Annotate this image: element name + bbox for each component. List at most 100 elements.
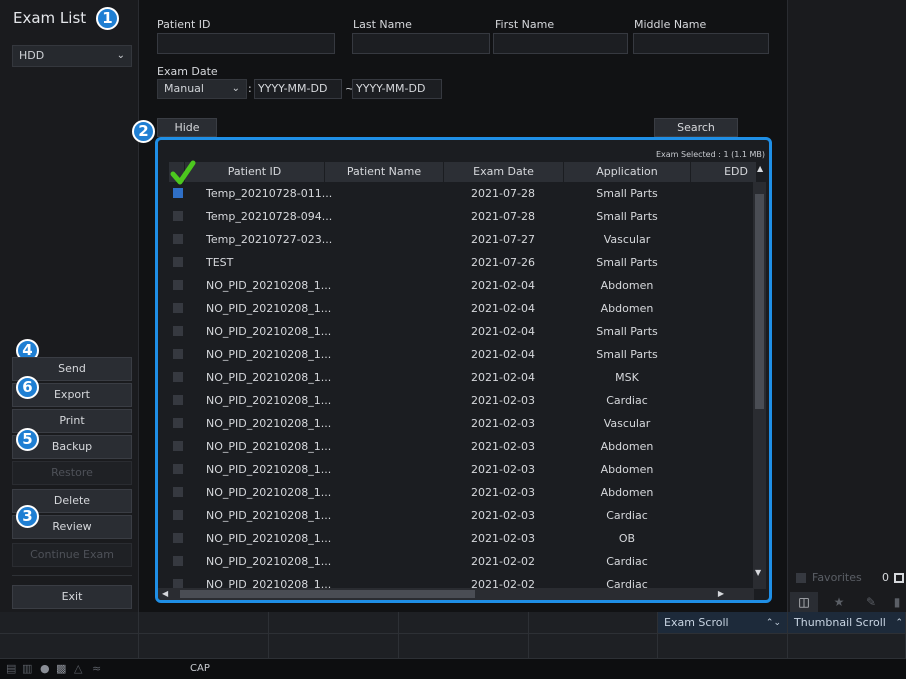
exit-button[interactable]: Exit xyxy=(12,585,132,609)
cell-patient-id: TEST xyxy=(206,256,234,269)
table-row[interactable]: Temp_20210727-023... 2021-07-27 Vascular xyxy=(158,228,754,251)
date-mode-select[interactable]: Manual ⌄ xyxy=(157,79,247,99)
patient-id-input[interactable] xyxy=(157,33,335,54)
cell-exam-date: 2021-02-04 xyxy=(471,302,535,315)
row-checkbox[interactable] xyxy=(173,510,183,520)
row-checkbox[interactable] xyxy=(173,487,183,497)
row-checkbox[interactable] xyxy=(173,372,183,382)
callout-badge-6: 6 xyxy=(16,376,39,399)
thumbnail-scroll-control[interactable]: Thumbnail Scroll ⌃ xyxy=(788,612,906,634)
table-row[interactable]: Temp_20210728-094... 2021-07-28 Small Part… xyxy=(158,205,754,228)
row-checkbox[interactable] xyxy=(173,395,183,405)
trash-icon[interactable]: ▮ xyxy=(888,592,906,612)
cell-patient-id: NO_PID_20210208_1... xyxy=(206,348,332,361)
middle-name-input[interactable] xyxy=(633,33,769,54)
bottom-cell[interactable] xyxy=(139,634,269,659)
exam-list-sidebar: Exam List 1 HDD ⌄ 4 Send Export 6 Print … xyxy=(0,0,139,612)
table-row[interactable]: NO_PID_20210208_1... 2021-02-04 Small Part… xyxy=(158,320,754,343)
star-icon[interactable]: ★ xyxy=(828,592,850,612)
bottom-cell[interactable] xyxy=(139,612,269,634)
column-header-patient-id[interactable]: Patient ID xyxy=(185,162,325,182)
patient-id-label: Patient ID xyxy=(157,18,211,31)
favorites-checkbox[interactable] xyxy=(796,573,806,583)
date-to-input[interactable]: YYYY-MM-DD xyxy=(352,79,442,99)
cell-application: Abdomen xyxy=(600,302,654,315)
callout-badge-1: 1 xyxy=(96,7,119,30)
bottom-cell[interactable] xyxy=(0,634,139,659)
row-checkbox[interactable] xyxy=(173,349,183,359)
bottom-cell[interactable] xyxy=(529,634,658,659)
table-row[interactable]: NO_PID_20210208_1... 2021-02-04 Abdomen xyxy=(158,297,754,320)
cell-exam-date: 2021-07-27 xyxy=(471,233,535,246)
table-row[interactable]: NO_PID_20210208_1... 2021-02-02 Cardiac xyxy=(158,550,754,573)
table-row[interactable]: NO_PID_20210208_1... 2021-02-03 Abdomen xyxy=(158,481,754,504)
callout-badge-2: 2 xyxy=(132,120,155,143)
row-checkbox[interactable] xyxy=(173,234,183,244)
table-row[interactable]: Temp_20210728-011... 2021-07-28 Small Part… xyxy=(158,182,754,205)
exam-scroll-control[interactable]: Exam Scroll ⌃⌄ xyxy=(658,612,788,634)
column-header-application[interactable]: Application xyxy=(564,162,691,182)
storage-select[interactable]: HDD ⌄ xyxy=(12,45,132,67)
scroll-left-icon[interactable]: ◀ xyxy=(162,588,168,600)
bottom-cell[interactable] xyxy=(529,612,658,634)
hide-button[interactable]: Hide xyxy=(157,118,217,137)
record-icon: ● xyxy=(40,662,50,675)
row-checkbox[interactable] xyxy=(173,464,183,474)
row-checkbox[interactable] xyxy=(173,280,183,290)
thumbnail-view-icon[interactable] xyxy=(894,573,904,583)
date-from-input[interactable]: YYYY-MM-DD xyxy=(254,79,342,99)
bottom-cell[interactable] xyxy=(0,612,139,634)
table-row[interactable]: NO_PID_20210208_1... 2021-02-04 Small Part… xyxy=(158,343,754,366)
cell-patient-id: NO_PID_20210208_1... xyxy=(206,394,332,407)
caps-indicator: CAP xyxy=(190,663,210,674)
cell-application: Small Parts xyxy=(596,348,658,361)
checkmark-icon xyxy=(170,160,196,185)
search-button[interactable]: Search xyxy=(654,118,738,137)
cell-application: Cardiac xyxy=(606,394,648,407)
restore-button[interactable]: Restore xyxy=(12,461,132,485)
scroll-down-icon[interactable]: ▼ xyxy=(755,568,761,577)
column-header-patient-name[interactable]: Patient Name xyxy=(325,162,444,182)
vertical-scrollbar[interactable]: ▼ xyxy=(753,182,766,589)
row-checkbox[interactable] xyxy=(173,211,183,221)
row-checkbox[interactable] xyxy=(173,441,183,451)
continue-exam-button[interactable]: Continue Exam xyxy=(12,543,132,567)
row-checkbox[interactable] xyxy=(173,326,183,336)
horizontal-scroll-thumb[interactable] xyxy=(180,590,475,598)
table-row[interactable]: NO_PID_20210208_1... 2021-02-04 Abdomen xyxy=(158,274,754,297)
table-row[interactable]: NO_PID_20210208_1... 2021-02-03 Cardiac xyxy=(158,389,754,412)
table-row[interactable]: NO_PID_20210208_1... 2021-02-04 MSK xyxy=(158,366,754,389)
row-checkbox[interactable] xyxy=(173,303,183,313)
bottom-cell[interactable] xyxy=(399,634,529,659)
first-name-input[interactable] xyxy=(493,33,628,54)
bottom-cell[interactable] xyxy=(788,634,906,659)
bottom-cell[interactable] xyxy=(269,612,399,634)
table-row[interactable]: NO_PID_20210208_1... 2021-02-03 Vascular xyxy=(158,412,754,435)
bottom-cell[interactable] xyxy=(269,634,399,659)
grid-view-icon[interactable]: ◫ xyxy=(790,592,818,612)
row-checkbox[interactable] xyxy=(173,257,183,267)
row-checkbox[interactable] xyxy=(173,188,183,198)
horizontal-scrollbar[interactable]: ◀ ▶ xyxy=(158,588,754,600)
row-checkbox[interactable] xyxy=(173,418,183,428)
table-row[interactable]: NO_PID_20210208_1... 2021-02-03 OB xyxy=(158,527,754,550)
chevron-down-icon: ⌄ xyxy=(231,83,240,94)
bottom-cell[interactable] xyxy=(399,612,529,634)
table-row[interactable]: TEST 2021-07-26 Small Parts xyxy=(158,251,754,274)
row-checkbox[interactable] xyxy=(173,556,183,566)
bottom-cell[interactable] xyxy=(658,634,788,659)
column-header-edd[interactable]: EDD xyxy=(691,162,757,182)
column-header-exam-date[interactable]: Exam Date xyxy=(444,162,564,182)
scroll-right-icon[interactable]: ▶ xyxy=(718,588,724,600)
table-row[interactable]: NO_PID_20210208_1... 2021-02-03 Abdomen xyxy=(158,435,754,458)
row-checkbox[interactable] xyxy=(173,533,183,543)
table-row[interactable]: NO_PID_20210208_1... 2021-02-03 Cardiac xyxy=(158,504,754,527)
scroll-up-icon[interactable]: ▲ xyxy=(757,164,763,173)
edit-icon[interactable]: ✎ xyxy=(860,592,882,612)
vertical-scroll-thumb[interactable] xyxy=(755,194,764,409)
exam-table: Exam Selected : 1 (1.1 MB) Patient ID Pa… xyxy=(155,137,772,603)
cell-exam-date: 2021-02-04 xyxy=(471,371,535,384)
cell-exam-date: 2021-02-03 xyxy=(471,486,535,499)
table-row[interactable]: NO_PID_20210208_1... 2021-02-03 Abdomen xyxy=(158,458,754,481)
last-name-input[interactable] xyxy=(352,33,490,54)
